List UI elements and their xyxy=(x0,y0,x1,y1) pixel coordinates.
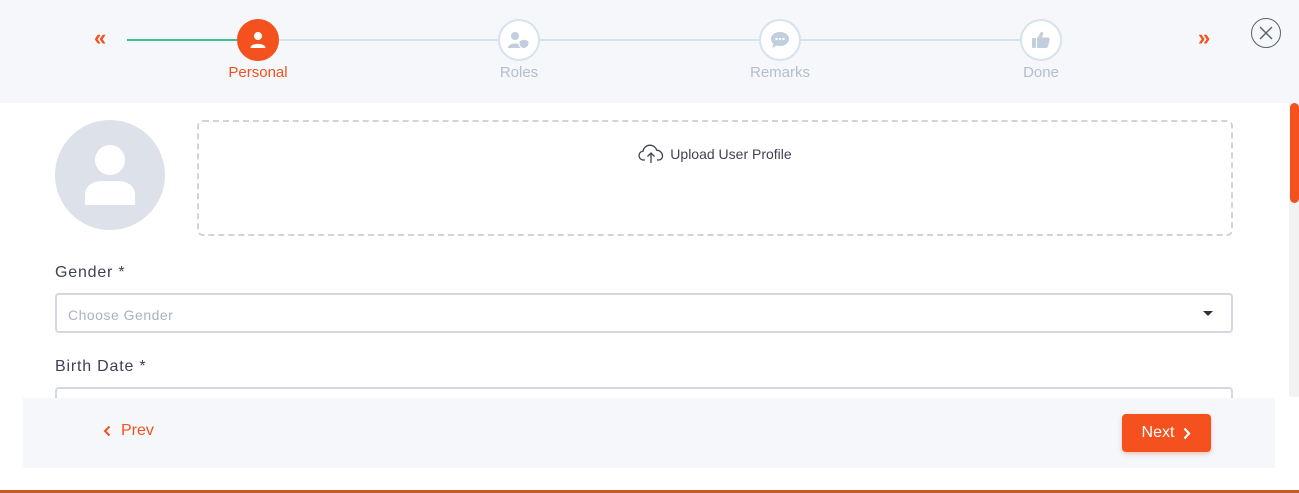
next-button[interactable]: Next xyxy=(1122,414,1211,452)
stepper-header: « Personal Roles Remarks Done » xyxy=(0,0,1299,103)
step-done[interactable]: Done xyxy=(981,19,1101,81)
gender-select[interactable]: Choose Gender xyxy=(55,293,1233,333)
chevron-right-icon xyxy=(1184,427,1191,439)
user-icon xyxy=(237,19,279,61)
upload-dropzone[interactable]: Upload User Profile xyxy=(197,120,1233,236)
caret-down-icon xyxy=(1203,311,1213,316)
scrollbar-thumb[interactable] xyxy=(1290,103,1299,203)
avatar xyxy=(55,120,165,230)
stepper-prev-icon[interactable]: « xyxy=(94,26,106,50)
gender-label: Gender * xyxy=(55,264,126,281)
step-label: Personal xyxy=(228,64,288,81)
close-button[interactable] xyxy=(1251,18,1281,48)
gender-placeholder: Choose Gender xyxy=(68,307,174,323)
user-wizard-modal: « Personal Roles Remarks Done » Upload U… xyxy=(0,0,1299,493)
step-remarks[interactable]: Remarks xyxy=(720,19,840,81)
step-personal[interactable]: Personal xyxy=(198,19,318,81)
prev-label: Prev xyxy=(121,422,154,439)
wizard-footer: Prev Next xyxy=(23,398,1275,468)
upload-label: Upload User Profile xyxy=(670,146,792,162)
thumbs-up-icon xyxy=(1020,19,1062,61)
chevron-left-icon xyxy=(103,425,111,437)
user-shield-icon xyxy=(498,19,540,61)
birth-date-label: Birth Date * xyxy=(55,358,147,375)
upload-prompt: Upload User Profile xyxy=(199,144,1231,164)
step-label: Roles xyxy=(499,64,539,81)
step-label: Remarks xyxy=(749,64,810,81)
step-roles[interactable]: Roles xyxy=(459,19,579,81)
prev-button[interactable]: Prev xyxy=(103,422,154,440)
cloud-upload-icon xyxy=(638,144,664,163)
close-circle-icon xyxy=(1259,26,1273,40)
user-placeholder-icon xyxy=(85,145,135,205)
stepper-next-icon[interactable]: » xyxy=(1198,26,1210,50)
next-label: Next xyxy=(1141,424,1175,441)
comment-icon xyxy=(759,19,801,61)
step-label: Done xyxy=(1023,64,1059,81)
